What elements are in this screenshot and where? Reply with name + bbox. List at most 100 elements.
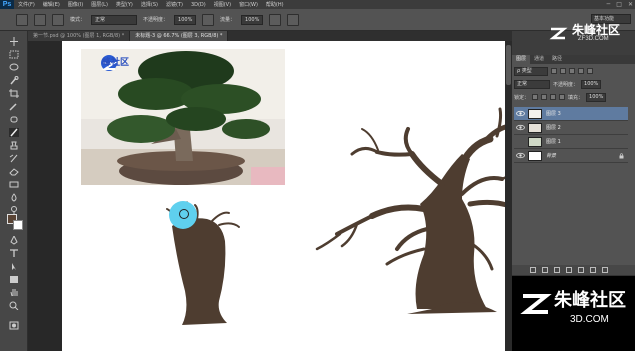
- tab-paths[interactable]: 路径: [548, 55, 566, 64]
- adjustment-layer-icon[interactable]: [566, 267, 572, 273]
- layer-row-1[interactable]: 图层 1: [514, 135, 628, 149]
- pressure-opacity-icon[interactable]: [202, 13, 215, 26]
- menu-select[interactable]: 选择(S): [137, 1, 162, 8]
- brush-tool-preset-icon[interactable]: [16, 13, 28, 26]
- tab-layers[interactable]: 图层: [512, 55, 531, 64]
- new-layer-icon[interactable]: [590, 267, 596, 273]
- tab-document-2[interactable]: 未标题-3 @ 66.7% (图层 3, RGB/8) *: [130, 31, 229, 41]
- options-bar: 模式： 正常 不透明度： 100% 流量： 100% 基本功能: [0, 9, 635, 31]
- background-color-swatch[interactable]: [13, 220, 23, 230]
- airbrush-icon[interactable]: [269, 13, 282, 26]
- history-brush-tool-icon[interactable]: [9, 154, 19, 163]
- crop-tool-icon[interactable]: [9, 89, 19, 98]
- lock-position-icon[interactable]: [550, 94, 557, 100]
- shape-tool-icon[interactable]: [9, 275, 19, 284]
- delete-layer-icon[interactable]: [602, 267, 608, 273]
- canvas-area: 峰社区: [28, 41, 512, 351]
- filter-adjustment-icon[interactable]: [560, 68, 566, 74]
- menu-filter[interactable]: 滤镜(T): [162, 1, 187, 8]
- vertical-scrollbar[interactable]: [505, 41, 512, 351]
- close-button[interactable]: ✕: [628, 0, 633, 9]
- document-canvas[interactable]: 峰社区: [62, 41, 512, 351]
- visibility-off-icon[interactable]: [516, 137, 525, 146]
- eraser-tool-icon[interactable]: [9, 167, 19, 176]
- tools-panel: [0, 31, 28, 351]
- visibility-eye-icon[interactable]: [516, 123, 525, 132]
- menu-file[interactable]: 文件(F): [14, 1, 39, 8]
- blend-mode-select[interactable]: 正常: [514, 79, 550, 89]
- hand-tool-icon[interactable]: [9, 288, 19, 297]
- lock-icon: [619, 153, 624, 159]
- marquee-tool-icon[interactable]: [9, 50, 19, 59]
- add-mask-icon[interactable]: [554, 267, 560, 273]
- mode-select[interactable]: 正常: [91, 14, 138, 25]
- watermark-logo-icon: [549, 27, 568, 40]
- menu-layer[interactable]: 图层(L): [87, 1, 112, 8]
- menu-view[interactable]: 视图(V): [210, 1, 235, 8]
- layer-style-icon[interactable]: [542, 267, 548, 273]
- brush-panel-toggle-icon[interactable]: [52, 13, 64, 26]
- menu-window[interactable]: 窗口(W): [235, 1, 262, 8]
- layer-row-2[interactable]: 图层 2: [514, 121, 628, 135]
- filter-shape-icon[interactable]: [578, 68, 584, 74]
- minimize-button[interactable]: ─: [607, 0, 611, 9]
- path-select-tool-icon[interactable]: [9, 262, 19, 271]
- watermark-top-subtext: ZF3D.COM: [578, 36, 609, 42]
- quick-select-tool-icon[interactable]: [9, 76, 19, 85]
- pen-tool-icon[interactable]: [9, 236, 19, 245]
- tab-document-1[interactable]: 第一节.psd @ 100% (图层 1, RGB/8) *: [28, 31, 131, 41]
- watermark-corner: 朱峰社区 3D.COM: [512, 276, 635, 351]
- brush-tool-icon[interactable]: [9, 128, 19, 137]
- layers-panel-footer: [512, 265, 635, 275]
- brush-size-picker-icon[interactable]: [34, 13, 46, 26]
- type-tool-icon[interactable]: [9, 249, 19, 258]
- visibility-eye-icon[interactable]: [516, 151, 525, 160]
- lock-all-icon[interactable]: [559, 94, 566, 100]
- layer-opacity-input[interactable]: 100%: [581, 79, 602, 89]
- lasso-tool-icon[interactable]: [9, 63, 19, 72]
- pressure-size-icon[interactable]: [287, 13, 300, 26]
- quick-mask-icon[interactable]: [9, 321, 19, 330]
- blur-tool-icon[interactable]: [9, 193, 19, 202]
- menu-edit[interactable]: 编辑(E): [39, 1, 64, 8]
- move-tool-icon[interactable]: [9, 37, 19, 46]
- bonsai-photo-layer: [81, 49, 285, 185]
- clone-stamp-tool-icon[interactable]: [9, 141, 19, 150]
- lock-image-icon[interactable]: [541, 94, 548, 100]
- menu-bar: Ps 文件(F) 编辑(E) 图像(I) 图层(L) 类型(Y) 选择(S) 滤…: [0, 0, 635, 9]
- document-tab-bar: 第一节.psd @ 100% (图层 1, RGB/8) * 未标题-3 @ 6…: [28, 31, 512, 41]
- eyedropper-tool-icon[interactable]: [9, 102, 19, 111]
- menu-help[interactable]: 帮助(H): [262, 1, 288, 8]
- menu-3d[interactable]: 3D(D): [187, 2, 210, 8]
- layer-name: 背景: [546, 153, 557, 159]
- opacity-input[interactable]: 100%: [174, 14, 197, 25]
- flow-input[interactable]: 100%: [241, 14, 264, 25]
- menu-image[interactable]: 图像(I): [64, 1, 87, 8]
- scrollbar-thumb[interactable]: [506, 45, 511, 85]
- lock-fill-row: 锁定： 填充： 100%: [514, 92, 633, 102]
- tab-channels[interactable]: 通道: [530, 55, 548, 64]
- filter-type-icon[interactable]: [569, 68, 575, 74]
- brush-cursor-ring: [179, 209, 189, 219]
- link-layers-icon[interactable]: [530, 267, 536, 273]
- filter-smart-object-icon[interactable]: [587, 68, 593, 74]
- layer-row-background[interactable]: 背景: [514, 149, 628, 163]
- filter-pixel-icon[interactable]: [551, 68, 557, 74]
- healing-brush-tool-icon[interactable]: [9, 115, 19, 124]
- layer-kind-filter[interactable]: ρ 类型: [514, 66, 548, 76]
- panel-tab-bar: 图层 通道 路径: [512, 55, 635, 64]
- zoom-tool-icon[interactable]: [9, 301, 19, 310]
- visibility-eye-icon[interactable]: [516, 109, 525, 118]
- maximize-button[interactable]: □: [616, 0, 622, 9]
- layer-name: 图层 3: [546, 111, 561, 117]
- layer-thumbnail: [528, 150, 542, 161]
- layer-row-3[interactable]: 图层 3: [514, 107, 628, 121]
- new-group-icon[interactable]: [578, 267, 584, 273]
- fill-label: 填充：: [568, 94, 584, 101]
- mode-label: 模式：: [70, 17, 86, 23]
- menu-type[interactable]: 类型(Y): [112, 1, 137, 8]
- gradient-tool-icon[interactable]: [9, 180, 19, 189]
- layer-name: 图层 2: [546, 125, 561, 131]
- fill-input[interactable]: 100%: [586, 92, 607, 102]
- lock-transparent-icon[interactable]: [532, 94, 539, 100]
